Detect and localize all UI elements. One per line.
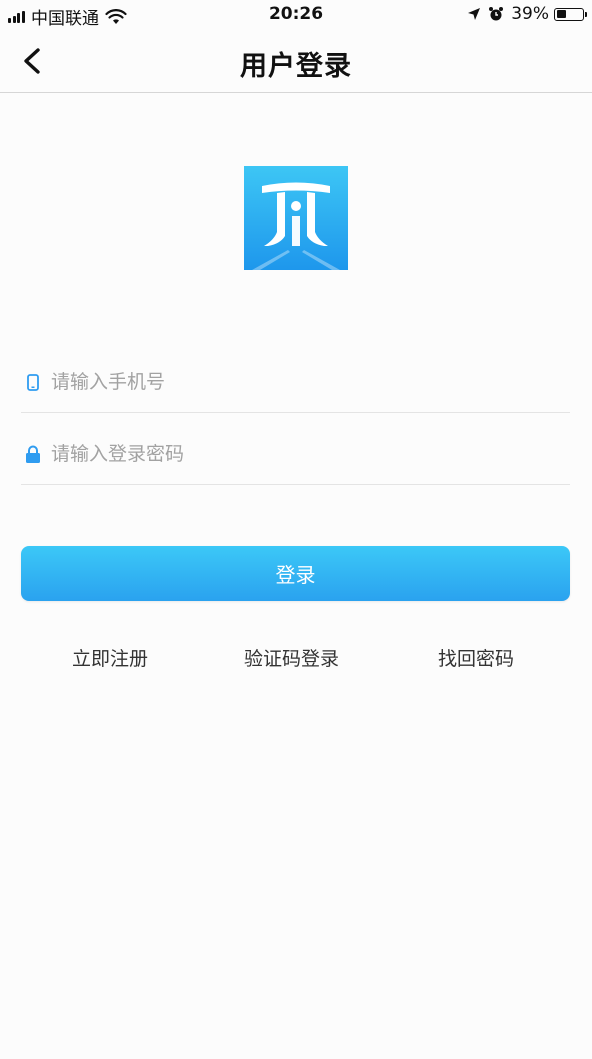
- nav-bar: 用户登录: [0, 30, 592, 93]
- register-link[interactable]: 立即注册: [72, 644, 148, 671]
- battery-icon: [554, 7, 587, 21]
- battery-percent: 39%: [511, 4, 549, 24]
- code-login-link[interactable]: 验证码登录: [244, 644, 339, 671]
- page-title: 用户登录: [240, 51, 352, 82]
- phone-icon: [21, 370, 45, 394]
- app-logo: [244, 166, 348, 270]
- status-bar: 中国联通 20:26 39%: [0, 0, 592, 30]
- forgot-password-link[interactable]: 找回密码: [438, 644, 514, 671]
- status-right: 39%: [467, 4, 587, 24]
- login-button[interactable]: 登录: [21, 546, 570, 601]
- password-field: [21, 424, 570, 485]
- phone-input[interactable]: [49, 370, 533, 394]
- phone-field: [21, 352, 570, 413]
- password-input[interactable]: [49, 442, 533, 466]
- secondary-links: 立即注册 验证码登录 找回密码: [0, 640, 592, 672]
- location-icon: [468, 8, 481, 20]
- lock-icon: [21, 442, 45, 466]
- alarm-icon: [489, 7, 504, 21]
